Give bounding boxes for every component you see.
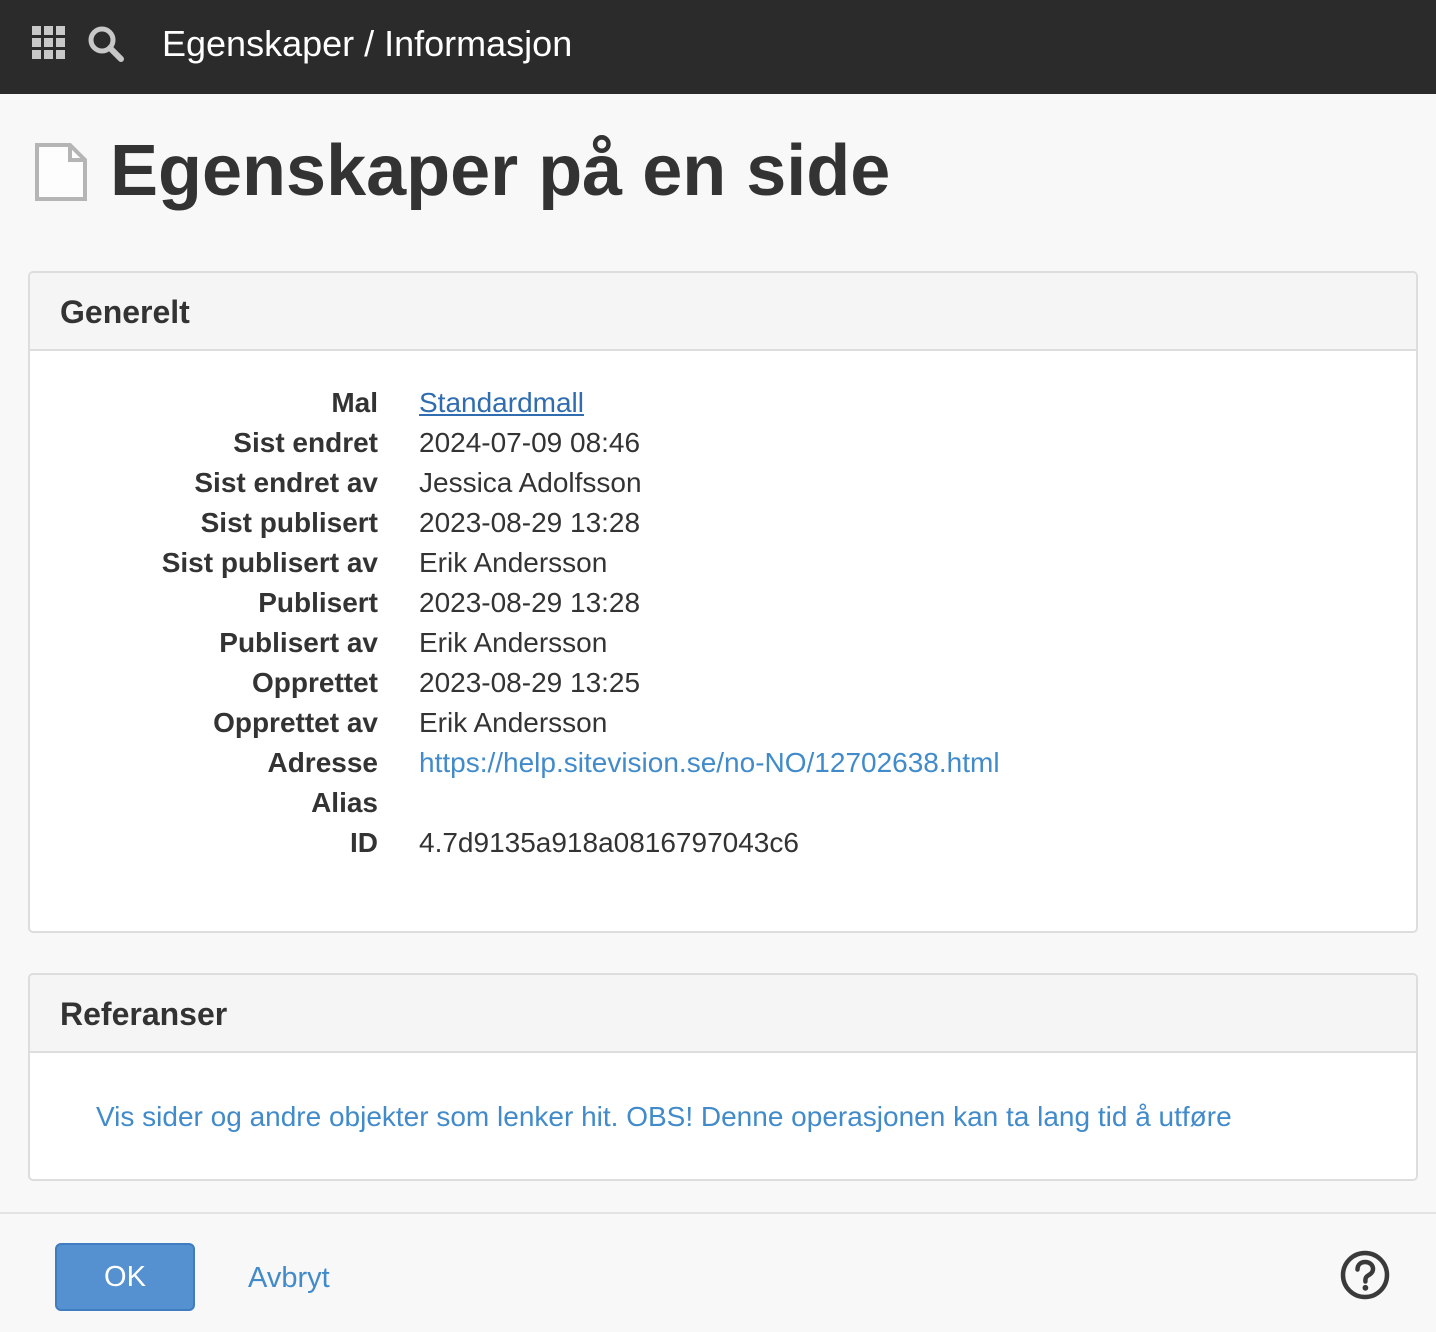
show-references-link[interactable]: Vis sider og andre objekter som lenker h… bbox=[96, 1097, 1232, 1137]
property-value: 2024-07-09 08:46 bbox=[419, 427, 641, 458]
property-label: Publisert av bbox=[219, 627, 378, 658]
property-label: Sist endret av bbox=[194, 467, 378, 498]
general-panel-title: Generelt bbox=[60, 294, 190, 330]
dialog-footer: OK Avbryt bbox=[0, 1212, 1436, 1332]
property-label: Sist publisert bbox=[200, 507, 378, 538]
property-row-last-published: Sist publisert 2023-08-29 13:28 bbox=[30, 503, 1416, 543]
property-value: 2023-08-29 13:28 bbox=[419, 587, 641, 618]
property-row-created-by: Opprettet av Erik Andersson bbox=[30, 703, 1416, 743]
property-value: Jessica Adolfsson bbox=[419, 467, 642, 498]
top-bar: Egenskaper / Informasjon bbox=[0, 0, 1436, 94]
property-value: Erik Andersson bbox=[419, 707, 608, 738]
property-row-last-modified: Sist endret 2024-07-09 08:46 bbox=[30, 423, 1416, 463]
property-label: Sist publisert av bbox=[161, 547, 378, 578]
property-label: Alias bbox=[311, 787, 378, 818]
property-label: Opprettet bbox=[252, 667, 378, 698]
general-panel-header: Generelt bbox=[30, 273, 1416, 351]
address-link[interactable]: https://help.sitevision.se/no-NO/1270263… bbox=[419, 743, 1000, 783]
property-label: Adresse bbox=[267, 747, 378, 778]
page-title: Egenskaper på en side bbox=[110, 131, 891, 211]
help-icon[interactable] bbox=[1340, 1250, 1390, 1300]
property-value: Erik Andersson bbox=[419, 627, 608, 658]
property-value: 2023-08-29 13:28 bbox=[419, 507, 641, 538]
property-row-alias: Alias bbox=[30, 783, 1416, 823]
property-row-created: Opprettet 2023-08-29 13:25 bbox=[30, 663, 1416, 703]
search-icon[interactable] bbox=[86, 24, 126, 64]
property-label: ID bbox=[350, 827, 378, 858]
template-link[interactable]: Standardmall bbox=[419, 383, 584, 423]
property-row-published: Publisert 2023-08-29 13:28 bbox=[30, 583, 1416, 623]
topbar-title: Egenskaper / Informasjon bbox=[162, 23, 573, 64]
references-panel-header: Referanser bbox=[30, 975, 1416, 1053]
property-label: Opprettet av bbox=[213, 707, 378, 738]
property-row-last-published-by: Sist publisert av Erik Andersson bbox=[30, 543, 1416, 583]
references-panel-title: Referanser bbox=[60, 996, 228, 1032]
document-icon bbox=[35, 143, 87, 201]
property-row-address: Adresse https://help.sitevision.se/no-NO… bbox=[30, 743, 1416, 783]
ok-button[interactable]: OK bbox=[55, 1243, 195, 1311]
cancel-link[interactable]: Avbryt bbox=[248, 1258, 330, 1298]
properties-list: Mal Standardmall Sist endret 2024-07-09 … bbox=[30, 383, 1416, 863]
property-row-last-modified-by: Sist endret av Jessica Adolfsson bbox=[30, 463, 1416, 503]
apps-grid-icon[interactable] bbox=[32, 26, 66, 60]
property-value: 2023-08-29 13:25 bbox=[419, 667, 641, 698]
property-value: 4.7d9135a918a0816797043c6 bbox=[419, 827, 799, 858]
property-label: Sist endret bbox=[233, 427, 378, 458]
general-panel: Generelt Mal Standardmall Sist endret 20… bbox=[28, 271, 1418, 933]
property-row-template: Mal Standardmall bbox=[30, 383, 1416, 423]
property-label: Publisert bbox=[258, 587, 378, 618]
references-panel: Referanser Vis sider og andre objekter s… bbox=[28, 973, 1418, 1181]
property-row-id: ID 4.7d9135a918a0816797043c6 bbox=[30, 823, 1416, 863]
property-value: Erik Andersson bbox=[419, 547, 608, 578]
property-row-published-by: Publisert av Erik Andersson bbox=[30, 623, 1416, 663]
property-label-template: Mal bbox=[331, 387, 378, 418]
